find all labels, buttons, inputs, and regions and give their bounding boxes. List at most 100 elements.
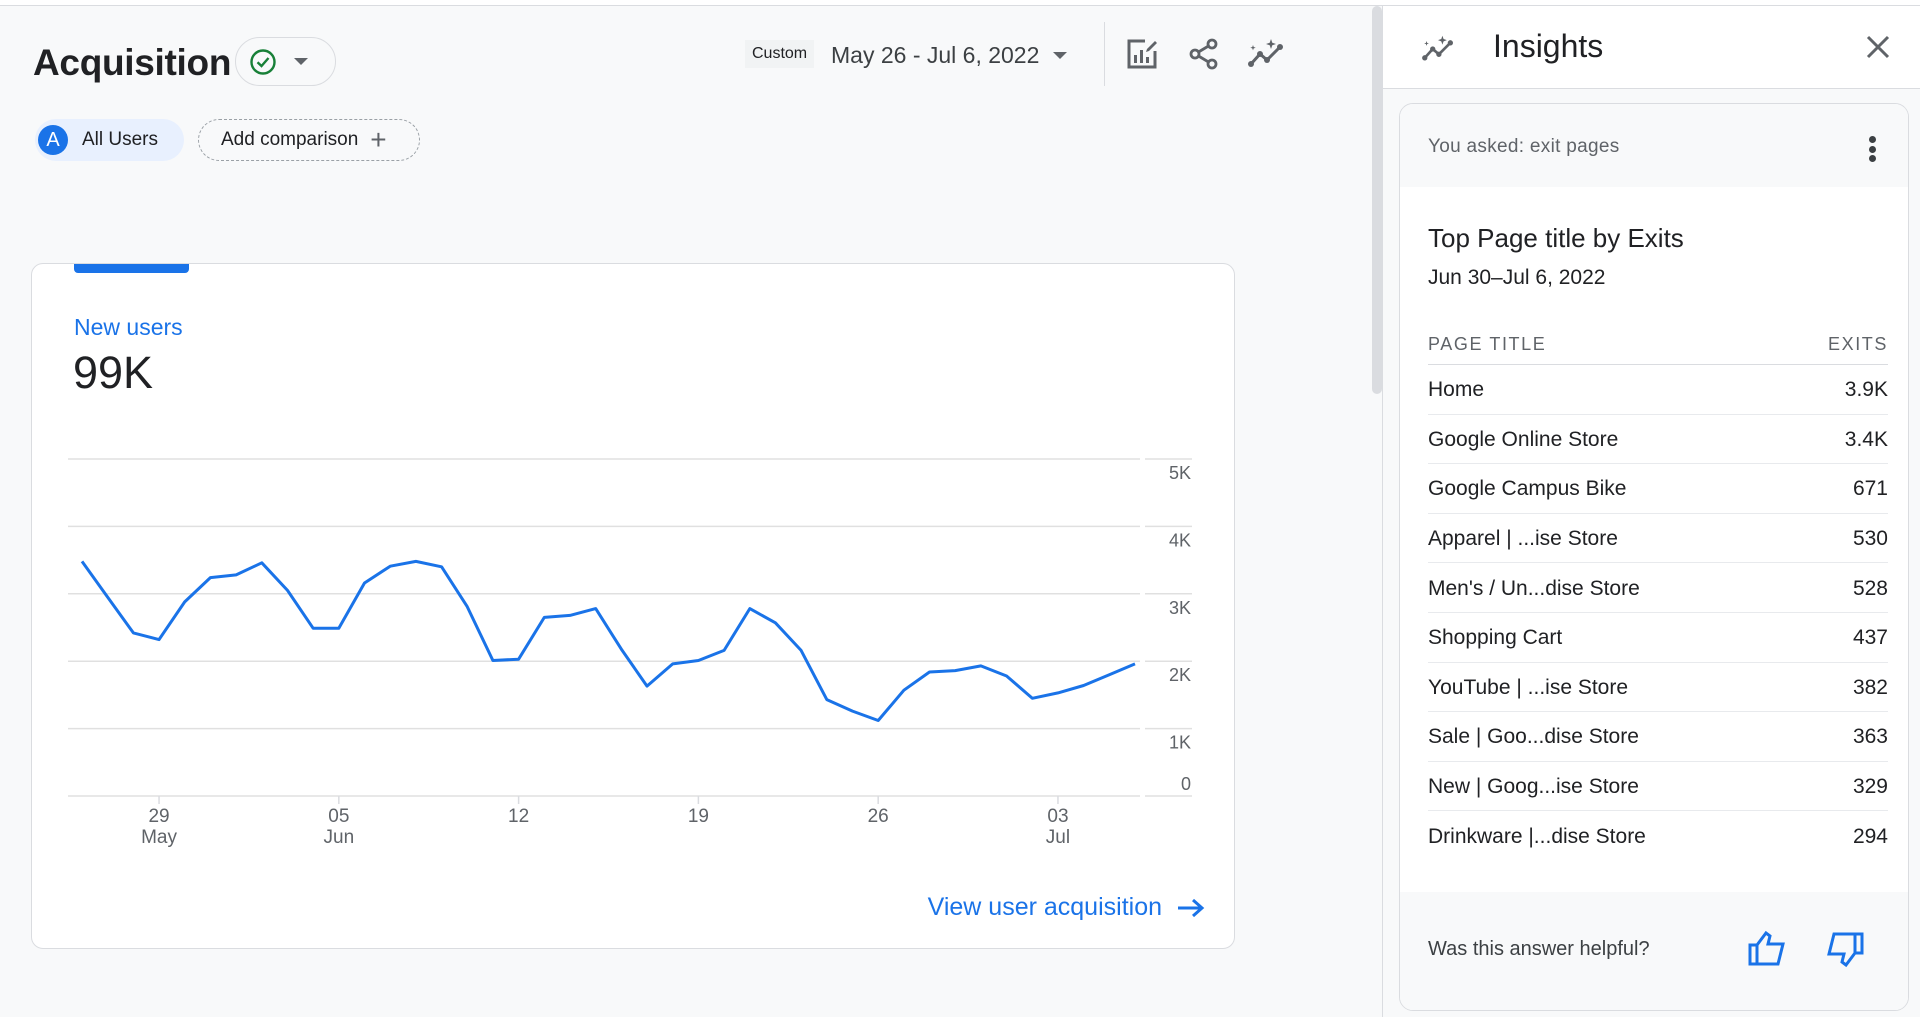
answer-title: Top Page title by Exits <box>1428 223 1684 253</box>
table-row[interactable]: YouTube | ...ise Store 382 <box>1428 663 1888 713</box>
x-tick-day: 19 <box>688 806 709 827</box>
more-options-button[interactable] <box>1862 134 1882 164</box>
page-title-cell: Men's / Un...dise Store <box>1428 576 1640 600</box>
insights-header: Insights <box>1383 6 1920 89</box>
table-row[interactable]: Drinkware |...dise Store 294 <box>1428 811 1888 861</box>
kebab-dot <box>1868 155 1876 162</box>
insights-panel: Insights You asked: exit pages Top Page … <box>1382 6 1920 1017</box>
add-comparison-button[interactable]: Add comparison + <box>198 119 420 161</box>
x-tick-day: 26 <box>868 806 889 827</box>
page-title-cell: Home <box>1428 378 1485 402</box>
table-row[interactable]: Sale | Goo...dise Store 363 <box>1428 712 1888 762</box>
thumbs-down-icon <box>1827 932 1864 968</box>
y-tick-label: 5K <box>1169 463 1191 483</box>
table-row[interactable]: Apparel | ...ise Store 530 <box>1428 514 1888 564</box>
insight-answer-card: You asked: exit pages Top Page title by … <box>1399 103 1909 1011</box>
x-tick-day: 05 <box>328 806 349 827</box>
exits-cell: 528 <box>1852 576 1888 600</box>
x-tick-month: May <box>141 827 177 848</box>
asked-query: You asked: exit pages <box>1428 136 1620 157</box>
answer-date-range: Jun 30–Jul 6, 2022 <box>1428 266 1606 289</box>
exits-cell: 3.9K <box>1844 378 1888 402</box>
main-scrollbar[interactable] <box>1372 6 1382 394</box>
exits-cell: 329 <box>1852 775 1888 799</box>
view-user-acquisition-link[interactable]: View user acquisition <box>928 893 1206 922</box>
exits-cell: 530 <box>1852 527 1888 551</box>
view-link-label: View user acquisition <box>927 893 1162 921</box>
page-title-cell: Apparel | ...ise Store <box>1428 527 1618 551</box>
thumbs-up-button[interactable] <box>1744 926 1790 972</box>
page-title-cell: Google Online Store <box>1428 427 1619 451</box>
page-title-cell: Sale | Goo...dise Store <box>1428 725 1639 749</box>
x-tick-month: Jul <box>1046 827 1070 848</box>
page-title-cell: Google Campus Bike <box>1428 477 1627 501</box>
page-title-cell: YouTube | ...ise Store <box>1428 675 1629 699</box>
exits-cell: 3.4K <box>1844 427 1888 451</box>
date-range-label: May 26 - Jul 6, 2022 <box>831 41 1040 68</box>
page-title-cell: Shopping Cart <box>1428 626 1563 650</box>
page-title-cell: New | Goog...ise Store <box>1428 775 1639 799</box>
table-row[interactable]: Google Campus Bike 671 <box>1428 464 1888 514</box>
kebab-dot <box>1868 145 1876 153</box>
report-status-dropdown[interactable] <box>235 37 336 86</box>
y-tick-label: 3K <box>1169 598 1191 618</box>
x-tick-day: 29 <box>148 806 169 827</box>
table-body: Home 3.9K Google Online Store 3.4K Google Ca… <box>1428 365 1888 861</box>
series-line-new-users <box>80 559 1136 722</box>
insights-icon <box>1248 39 1283 67</box>
exits-cell: 671 <box>1852 477 1888 501</box>
new-users-line-chart: 0 1K 2K 3K 4K 5K 29May 05Jun 12 19 26 03Jul <box>68 458 1192 848</box>
y-tick-label: 1K <box>1169 733 1191 753</box>
table-row[interactable]: Home 3.9K <box>1428 365 1888 415</box>
segment-avatar: A <box>38 125 68 155</box>
x-tick-day: 12 <box>508 806 529 827</box>
date-preset-badge: Custom <box>745 40 815 68</box>
segment-chip-all-users[interactable]: A All Users <box>35 119 184 161</box>
thumbs-up-icon <box>1748 930 1785 966</box>
exits-cell: 294 <box>1852 825 1888 849</box>
asked-query-bar: You asked: exit pages <box>1400 104 1908 187</box>
customize-report-button[interactable] <box>1122 34 1162 74</box>
date-range-picker[interactable]: May 26 - Jul 6, 2022 <box>831 39 1068 71</box>
check-circle-icon <box>250 48 276 75</box>
thumbs-down-button[interactable] <box>1822 926 1868 972</box>
exits-cell: 363 <box>1852 725 1888 749</box>
x-tick-day: 03 <box>1047 806 1068 827</box>
table-header: PAGE TITLE EXITS <box>1428 323 1888 365</box>
feedback-question: Was this answer helpful? <box>1428 938 1650 960</box>
new-users-card: New users 99K 0 1K 2K 3K 4K 5K 29 May 05 Jun 12 19 2… <box>31 263 1235 949</box>
plus-icon: + <box>370 124 387 155</box>
column-header-exits: EXITS <box>1827 334 1888 354</box>
exits-cell: 437 <box>1852 626 1888 650</box>
chevron-down-icon <box>294 58 308 65</box>
page-title: Acquisition <box>33 42 232 83</box>
chevron-down-icon <box>1053 51 1068 59</box>
y-tick-label: 0 <box>1181 774 1191 794</box>
close-icon <box>1866 35 1890 59</box>
insights-button[interactable] <box>1246 34 1286 74</box>
kebab-dot <box>1868 136 1876 143</box>
exits-cell: 382 <box>1852 675 1888 699</box>
y-tick-label: 2K <box>1169 665 1191 685</box>
share-icon <box>1189 38 1218 70</box>
add-comparison-label: Add comparison <box>221 129 359 150</box>
toolbar-divider <box>1104 22 1105 86</box>
feedback-bar: Was this answer helpful? <box>1400 892 1908 1010</box>
insights-title: Insights <box>1493 28 1604 64</box>
report-main: Acquisition A All Users Add comparison +… <box>0 6 1370 1017</box>
x-tick-month: Jun <box>324 827 355 848</box>
page-title-cell: Drinkware |...dise Store <box>1428 825 1646 849</box>
insights-icon <box>1422 35 1453 61</box>
y-tick-label: 4K <box>1169 530 1191 550</box>
exits-table: PAGE TITLE EXITS Home 3.9K Google Online S… <box>1428 323 1888 861</box>
table-row[interactable]: Google Online Store 3.4K <box>1428 415 1888 465</box>
table-row[interactable]: New | Goog...ise Store 329 <box>1428 762 1888 812</box>
share-button[interactable] <box>1184 34 1224 74</box>
segment-label: All Users <box>82 129 159 150</box>
table-row[interactable]: Men's / Un...dise Store 528 <box>1428 563 1888 613</box>
column-header-page-title: PAGE TITLE <box>1428 334 1547 354</box>
table-row[interactable]: Shopping Cart 437 <box>1428 613 1888 663</box>
customize-report-icon <box>1127 39 1157 69</box>
close-insights-button[interactable] <box>1861 30 1895 64</box>
arrow-right-icon <box>1178 898 1205 917</box>
